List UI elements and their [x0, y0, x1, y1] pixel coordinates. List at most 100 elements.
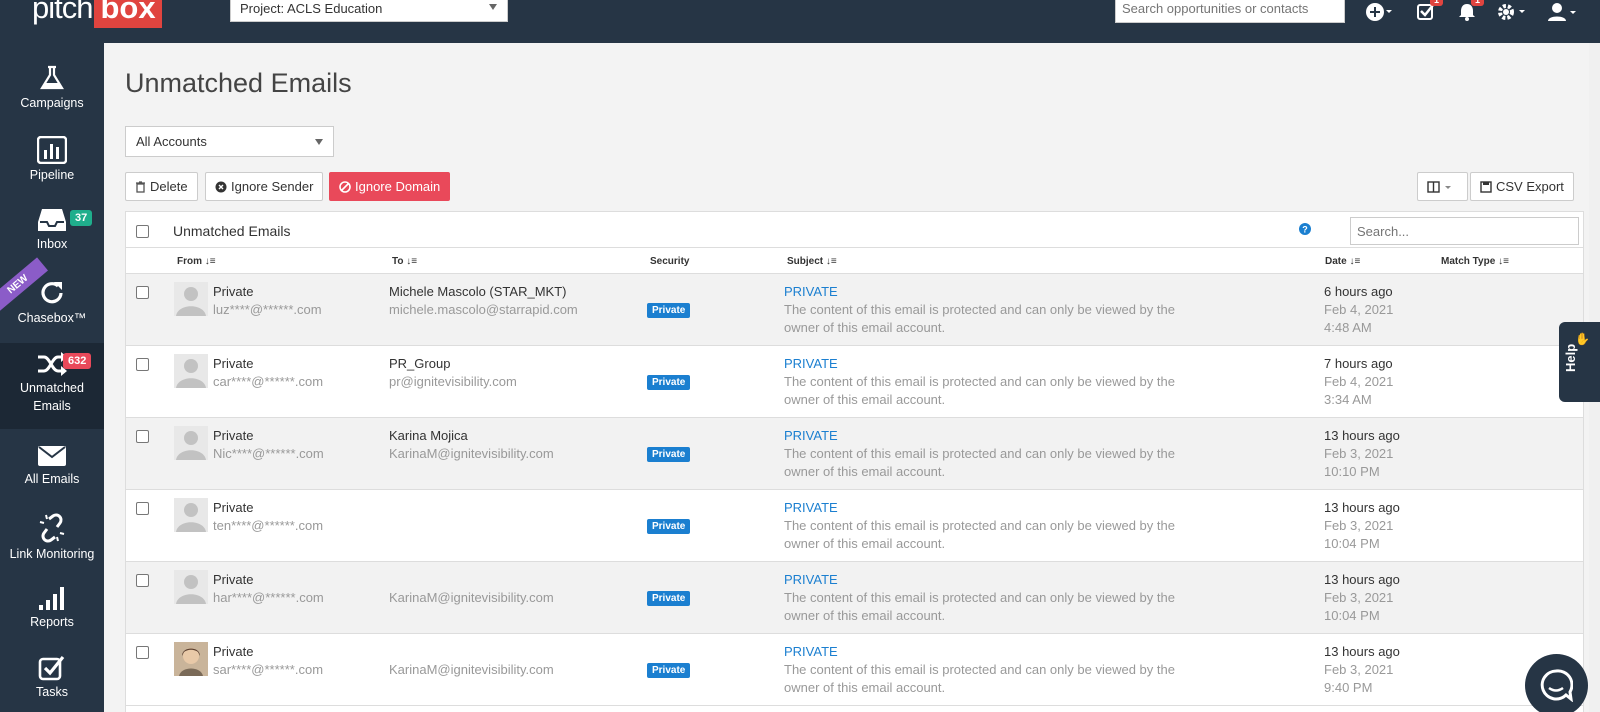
table-row[interactable]: Private Nic****@******.com Karina Mojica Ka…	[126, 418, 1583, 490]
date-relative: 13 hours ago	[1324, 500, 1400, 515]
subject-link[interactable]: PRIVATE	[784, 355, 838, 373]
to-email: michele.mascolo@starrapid.com	[389, 302, 578, 317]
to-email: KarinaM@ignitevisibility.com	[389, 590, 554, 605]
to-email: pr@ignitevisibility.com	[389, 374, 517, 389]
columns-toggle-button[interactable]	[1417, 172, 1468, 201]
broken-link-icon	[39, 513, 65, 543]
checkbox-icon	[38, 655, 65, 681]
avatar	[174, 570, 208, 604]
column-headers: From ↓≡ To ↓≡ Security Subject ↓≡ Date ↓…	[126, 248, 1583, 274]
ignore-sender-button[interactable]: Ignore Sender	[205, 172, 324, 201]
column-header-label: From	[177, 256, 202, 267]
global-search-input[interactable]	[1115, 0, 1345, 23]
notifications-badge: 1	[1471, 0, 1485, 6]
avatar	[174, 642, 208, 676]
project-selector-label: Project: ACLS Education	[240, 1, 383, 16]
avatar	[174, 426, 208, 460]
add-menu-button[interactable]	[1365, 0, 1393, 24]
table-row[interactable]: Private har****@******.com KarinaM@ignitev…	[126, 562, 1583, 634]
column-header-date[interactable]: Date ↓≡	[1325, 256, 1360, 267]
date-relative: 13 hours ago	[1324, 572, 1400, 587]
sidebar-item-all-emails[interactable]: All Emails	[0, 444, 104, 486]
unmatched-emails-table: Unmatched Emails ? From ↓≡ To ↓≡ Securit…	[125, 211, 1584, 712]
pitchbox-logo[interactable]: pitch box	[32, 0, 162, 28]
security-badge: Private	[647, 303, 691, 318]
table-search-input[interactable]	[1350, 217, 1579, 245]
avatar	[174, 282, 208, 316]
ignore-domain-button[interactable]: Ignore Domain	[329, 172, 451, 201]
date-value: Feb 3, 2021	[1324, 518, 1394, 533]
ignore-domain-button-label: Ignore Domain	[355, 179, 441, 194]
column-header-security: Security	[650, 256, 690, 267]
help-tab[interactable]: Help ✋	[1559, 322, 1600, 402]
signal-bars-icon	[39, 587, 64, 610]
body-preview-line1: The content of this email is protected a…	[784, 518, 1175, 533]
time-value: 9:40 PM	[1324, 680, 1373, 695]
row-checkbox[interactable]	[136, 430, 149, 443]
from-name: Private	[213, 644, 254, 659]
date-value: Feb 4, 2021	[1324, 302, 1394, 317]
to-name: Michele Mascolo (STAR_MKT)	[389, 284, 567, 299]
account-filter-value: All Accounts	[136, 134, 207, 149]
table-row[interactable]: Private luz****@******.com Michele Mascolo…	[126, 274, 1583, 346]
subject-link[interactable]: PRIVATE	[784, 427, 838, 445]
row-checkbox[interactable]	[136, 574, 149, 587]
time-value: 3:34 AM	[1324, 392, 1372, 407]
sidebar-item-reports[interactable]: Reports	[0, 585, 104, 629]
from-name: Private	[213, 500, 254, 515]
from-email: car****@******.com	[213, 374, 324, 389]
sidebar-item-link-monitoring[interactable]: Link Monitoring	[0, 513, 104, 561]
settings-menu-button[interactable]	[1496, 0, 1528, 24]
column-header-match-type[interactable]: Match Type ↓≡	[1441, 256, 1509, 267]
row-checkbox[interactable]	[136, 502, 149, 515]
notifications-button[interactable]: 1	[1457, 0, 1485, 24]
account-filter-select[interactable]: All Accounts	[125, 126, 334, 157]
to-name: PR_Group	[389, 356, 451, 371]
security-badge: Private	[647, 591, 691, 606]
date-relative: 7 hours ago	[1324, 356, 1393, 371]
select-all-checkbox[interactable]	[136, 225, 149, 238]
sidebar-item-chasebox[interactable]: Chasebox™	[0, 279, 104, 325]
row-checkbox[interactable]	[136, 286, 149, 299]
sidebar-item-pipeline[interactable]: Pipeline	[0, 136, 104, 182]
subject-link[interactable]: PRIVATE	[784, 643, 838, 661]
row-checkbox[interactable]	[136, 358, 149, 371]
sidebar-item-tasks[interactable]: Tasks	[0, 655, 104, 699]
help-circle-icon[interactable]: ?	[1299, 223, 1311, 235]
flask-icon	[40, 65, 64, 90]
sort-icon: ↓≡	[204, 256, 216, 267]
row-checkbox[interactable]	[136, 646, 149, 659]
from-email: ten****@******.com	[213, 518, 324, 533]
delete-button[interactable]: Delete	[125, 172, 198, 201]
ban-icon	[339, 180, 351, 193]
body-preview-line1: The content of this email is protected a…	[784, 590, 1175, 605]
subject-link[interactable]: PRIVATE	[784, 499, 838, 517]
column-header-from[interactable]: From ↓≡	[177, 256, 216, 267]
main-content: Unmatched Emails All Accounts Delete Ign…	[104, 43, 1600, 712]
caret-down-icon	[315, 139, 323, 145]
table-row[interactable]: Private sar****@******.com KarinaM@ignitev…	[126, 634, 1583, 706]
table-row[interactable]: Private ten****@******.com Private PRIVATE T…	[126, 490, 1583, 562]
user-menu-button[interactable]	[1547, 0, 1579, 24]
time-value: 4:48 AM	[1324, 320, 1372, 335]
sort-icon: ↓≡	[1498, 256, 1509, 267]
sidebar-item-campaigns[interactable]: Campaigns	[0, 64, 104, 110]
project-selector[interactable]: Project: ACLS Education	[230, 0, 508, 22]
date-relative: 13 hours ago	[1324, 428, 1400, 443]
subject-link[interactable]: PRIVATE	[784, 283, 838, 301]
from-email: har****@******.com	[213, 590, 324, 605]
tasks-menu-button[interactable]: 1	[1416, 0, 1444, 24]
column-header-to[interactable]: To ↓≡	[392, 256, 417, 267]
sidebar-item-unmatched-emails[interactable]: Unmatched Emails 632	[0, 343, 104, 429]
page-title: Unmatched Emails	[125, 68, 352, 98]
subject-link[interactable]: PRIVATE	[784, 571, 838, 589]
svg-text:?: ?	[1302, 225, 1308, 235]
columns-icon	[1427, 180, 1451, 193]
chat-launcher-button[interactable]	[1525, 654, 1588, 712]
table-row[interactable]: Private car****@******.com PR_Group pr@igni…	[126, 346, 1583, 418]
sidebar-item-inbox[interactable]: Inbox 37	[0, 207, 104, 251]
csv-export-button[interactable]: CSV Export	[1470, 172, 1574, 201]
column-header-subject[interactable]: Subject ↓≡	[787, 256, 837, 267]
date-relative: 13 hours ago	[1324, 644, 1400, 659]
sort-icon: ↓≡	[825, 256, 837, 267]
